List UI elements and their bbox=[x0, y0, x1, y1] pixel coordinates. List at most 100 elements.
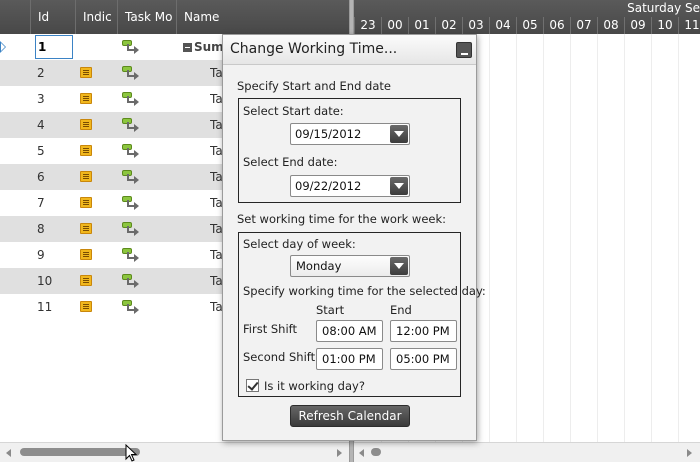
row-id-cell[interactable]: 5 bbox=[35, 138, 73, 164]
timeline-hour-cell: 11 bbox=[678, 17, 700, 34]
day-of-week-select[interactable]: Monday bbox=[290, 255, 410, 277]
row-id-cell[interactable]: 4 bbox=[35, 112, 73, 138]
indicator-cell bbox=[80, 60, 96, 86]
second-shift-start-value: 01:00 PM bbox=[322, 352, 376, 366]
indicator-cell bbox=[80, 268, 96, 294]
timeline-gridline bbox=[624, 34, 625, 442]
note-icon[interactable] bbox=[80, 145, 92, 156]
task-mode-cell bbox=[122, 86, 142, 112]
row-id-cell[interactable]: 1 bbox=[35, 35, 73, 59]
note-icon[interactable] bbox=[80, 223, 92, 234]
column-header-name[interactable]: Name bbox=[176, 0, 349, 34]
column-header-id[interactable]: Id bbox=[30, 0, 75, 34]
row-id-cell[interactable]: 3 bbox=[35, 86, 73, 112]
section-dates-label: Specify Start and End date bbox=[237, 79, 391, 93]
timeline-hour-cell: 03 bbox=[462, 17, 489, 34]
row-id-cell[interactable]: 7 bbox=[35, 190, 73, 216]
dropdown-arrow-icon[interactable] bbox=[390, 257, 408, 275]
scroll-right-arrow-icon[interactable] bbox=[337, 449, 342, 457]
row-id-cell[interactable]: 2 bbox=[35, 60, 73, 86]
timeline-hour-cell: 09 bbox=[624, 17, 651, 34]
collapse-icon[interactable] bbox=[183, 43, 192, 52]
timeline-hour-cell: 05 bbox=[516, 17, 543, 34]
task-name: Ta bbox=[210, 92, 223, 106]
auto-scheduled-icon bbox=[122, 169, 140, 185]
end-date-picker[interactable]: 09/22/2012 bbox=[290, 175, 410, 197]
grid-scroll-thumb[interactable] bbox=[20, 448, 140, 456]
task-mode-cell bbox=[122, 60, 142, 86]
day-of-week-value: Monday bbox=[296, 259, 342, 273]
dropdown-arrow-icon[interactable] bbox=[390, 177, 408, 195]
auto-scheduled-icon bbox=[122, 143, 140, 159]
grid-horizontal-scrollbar[interactable] bbox=[0, 442, 349, 462]
auto-scheduled-icon bbox=[122, 273, 140, 289]
auto-scheduled-icon bbox=[122, 117, 140, 133]
refresh-calendar-button[interactable]: Refresh Calendar bbox=[290, 405, 410, 427]
timeline-gridline bbox=[570, 34, 571, 442]
task-name: Ta bbox=[210, 118, 223, 132]
indicator-cell bbox=[80, 190, 96, 216]
indicator-cell bbox=[80, 294, 96, 320]
timeline-gridline bbox=[543, 34, 544, 442]
row-id-cell[interactable]: 6 bbox=[35, 164, 73, 190]
task-name: Ta bbox=[210, 66, 223, 80]
start-date-label: Select Start date: bbox=[243, 104, 344, 118]
timeline-horizontal-scrollbar[interactable] bbox=[354, 442, 700, 462]
minimize-icon[interactable] bbox=[456, 42, 472, 58]
timeline-header: Saturday Se 23 00 01 02 03 04 05 06 07 08 09 10 11 bbox=[354, 0, 700, 34]
task-mode-cell bbox=[122, 112, 142, 138]
scroll-left-arrow-icon[interactable] bbox=[359, 449, 364, 457]
end-date-value: 09/22/2012 bbox=[295, 179, 362, 193]
note-icon[interactable] bbox=[80, 197, 92, 208]
dialog-titlebar[interactable]: Change Working Time... bbox=[223, 35, 476, 65]
second-shift-label: Second Shift bbox=[243, 350, 316, 364]
task-name: Ta bbox=[210, 144, 223, 158]
task-name: Ta bbox=[210, 196, 223, 210]
second-shift-start-input[interactable]: 01:00 PM bbox=[316, 348, 383, 370]
scroll-right-arrow-icon[interactable] bbox=[687, 449, 692, 457]
task-name: Ta bbox=[210, 274, 223, 288]
auto-scheduled-icon bbox=[122, 299, 140, 315]
note-icon[interactable] bbox=[80, 171, 92, 182]
timeline-gridline bbox=[651, 34, 652, 442]
note-icon[interactable] bbox=[80, 301, 92, 312]
task-name: Ta bbox=[210, 248, 223, 262]
timeline-scroll-thumb[interactable] bbox=[371, 448, 381, 456]
first-shift-start-input[interactable]: 08:00 AM bbox=[316, 320, 383, 342]
column-header-indicators[interactable]: Indic bbox=[75, 0, 117, 34]
timeline-gridline bbox=[516, 34, 517, 442]
timeline-day-label: Saturday Se bbox=[627, 1, 700, 15]
working-day-checkbox[interactable] bbox=[246, 379, 259, 392]
note-icon[interactable] bbox=[80, 275, 92, 286]
task-mode-cell bbox=[122, 294, 142, 320]
dropdown-arrow-icon[interactable] bbox=[390, 125, 408, 143]
section-week-label: Set working time for the work week: bbox=[237, 212, 447, 226]
auto-scheduled-icon bbox=[122, 195, 140, 211]
note-icon[interactable] bbox=[80, 67, 92, 78]
note-icon[interactable] bbox=[80, 93, 92, 104]
second-shift-end-input[interactable]: 05:00 PM bbox=[390, 348, 457, 370]
indicator-cell bbox=[80, 86, 96, 112]
scroll-left-arrow-icon[interactable] bbox=[6, 449, 11, 457]
row-id-cell[interactable]: 11 bbox=[35, 294, 73, 320]
start-column-label: Start bbox=[316, 303, 345, 317]
row-id-cell[interactable]: 8 bbox=[35, 216, 73, 242]
timeline-hours: 23 00 01 02 03 04 05 06 07 08 09 10 11 bbox=[354, 17, 700, 34]
first-shift-end-input[interactable]: 12:00 PM bbox=[390, 320, 457, 342]
note-icon[interactable] bbox=[80, 119, 92, 130]
timeline-hour-cell: 07 bbox=[570, 17, 597, 34]
task-mode-cell bbox=[122, 242, 142, 268]
end-column-label: End bbox=[390, 303, 412, 317]
row-id-cell[interactable]: 10 bbox=[35, 268, 73, 294]
task-name: Ta bbox=[210, 300, 223, 314]
task-mode-cell bbox=[122, 216, 142, 242]
start-date-picker[interactable]: 09/15/2012 bbox=[290, 123, 410, 145]
current-row-indicator-icon bbox=[0, 41, 6, 53]
timeline-hour-cell: 06 bbox=[543, 17, 570, 34]
column-header-task-mode[interactable]: Task Mo bbox=[117, 0, 176, 34]
note-icon[interactable] bbox=[80, 249, 92, 260]
task-mode-cell bbox=[122, 164, 142, 190]
indicator-cell bbox=[80, 138, 96, 164]
row-id-cell[interactable]: 9 bbox=[35, 242, 73, 268]
auto-scheduled-icon bbox=[122, 91, 140, 107]
